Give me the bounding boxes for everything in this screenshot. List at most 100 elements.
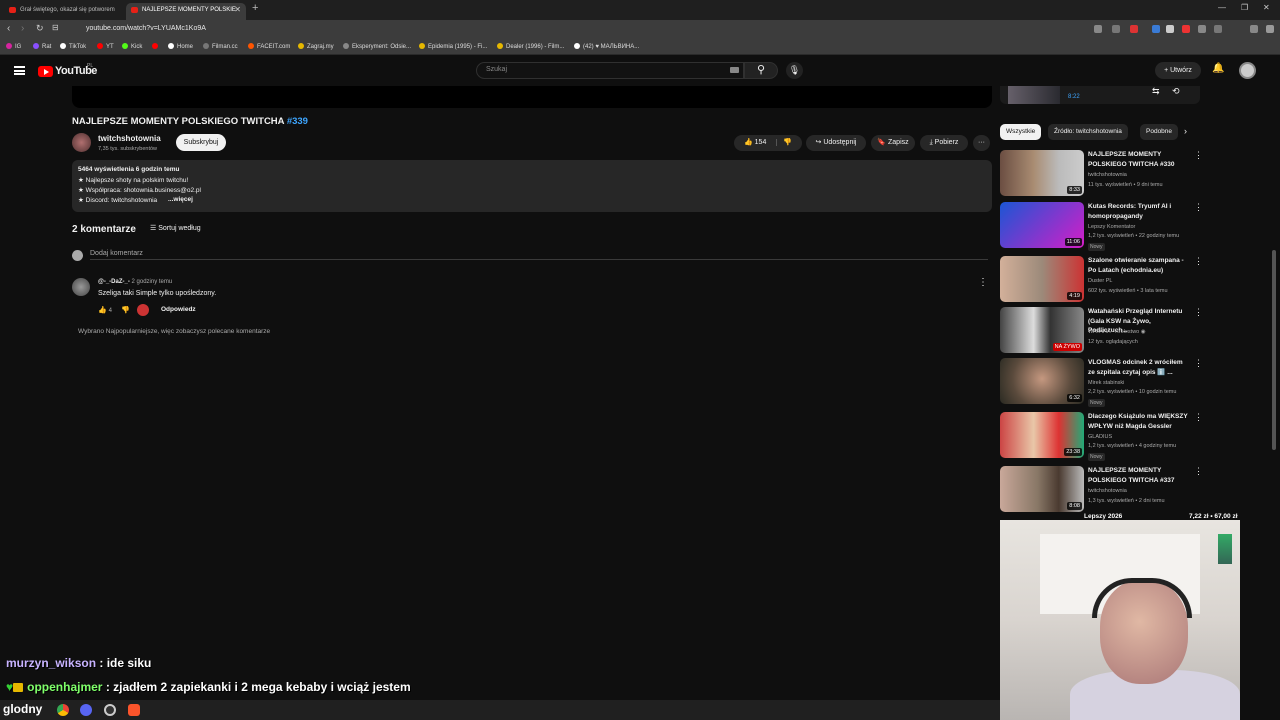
browser-tab-active[interactable]: NAJLEPSZE MOMENTY POLSKIE ✕ <box>126 3 246 20</box>
chip-source[interactable]: Źródło: twitchshotownia <box>1048 124 1128 140</box>
download-button[interactable]: ⤓ Pobierz <box>920 135 968 151</box>
crown-badge-icon <box>13 683 24 692</box>
hamburger-menu-icon[interactable] <box>14 66 25 75</box>
brave-icon[interactable] <box>128 704 140 716</box>
more-vertical-icon[interactable]: ⋮ <box>1194 256 1203 267</box>
notifications-bell-icon[interactable]: 🔔 <box>1212 63 1224 74</box>
video-title-hashtag[interactable]: #339 <box>287 116 308 127</box>
more-vertical-icon[interactable]: ⋮ <box>1194 412 1203 423</box>
search-button[interactable]: ⚲ <box>744 62 778 79</box>
menu-icon[interactable] <box>1266 25 1274 33</box>
extension-icon[interactable] <box>1152 25 1160 33</box>
bookmark-rat[interactable]: Rat <box>33 43 51 50</box>
extension-icon[interactable] <box>1166 25 1174 33</box>
video-player-bottom[interactable] <box>72 86 992 108</box>
more-vertical-icon[interactable]: ⋮ <box>1194 466 1203 477</box>
channel-name[interactable]: twitchshotownia <box>98 134 161 143</box>
cast-icon[interactable] <box>1094 25 1102 33</box>
recommendation-item[interactable]: NA ŻYWO Watahański Przegląd Internetu (G… <box>1000 307 1203 357</box>
site-info-icon[interactable]: ⊟ <box>52 23 59 32</box>
bookmark-icon: 🔖 <box>877 139 887 146</box>
channel-avatar[interactable] <box>72 133 91 152</box>
translate-icon[interactable] <box>1112 25 1120 33</box>
reply-button[interactable]: Odpowiedz <box>161 306 196 313</box>
more-vertical-icon[interactable]: ⋮ <box>1194 202 1203 213</box>
comment-time[interactable]: 2 godziny temu <box>132 279 173 285</box>
more-actions-button[interactable]: ··· <box>973 135 990 151</box>
bookmark-ig[interactable]: IG <box>6 43 21 50</box>
create-button[interactable]: + Utwórz <box>1155 62 1201 79</box>
close-window-icon[interactable]: ✕ <box>1263 3 1270 12</box>
account-avatar[interactable] <box>1239 62 1256 79</box>
comment-author-avatar[interactable] <box>72 278 90 296</box>
save-button[interactable]: 🔖 Zapisz <box>871 135 915 151</box>
loop-icon[interactable]: ⟲ <box>1172 86 1180 97</box>
comment-dislike-button[interactable]: 👎 <box>121 306 130 314</box>
sort-comments-button[interactable]: ☰ Sortuj według <box>150 224 201 232</box>
chip-all[interactable]: Wszystkie <box>1000 124 1042 140</box>
keyboard-icon[interactable] <box>730 67 739 73</box>
bookmark-dealer[interactable]: Dealer (1996) - Film... <box>497 43 564 50</box>
comment-like-button[interactable]: 👍 4 <box>98 306 112 314</box>
minimize-icon[interactable]: — <box>1218 3 1226 12</box>
maximize-icon[interactable]: ❐ <box>1241 3 1248 12</box>
more-vertical-icon[interactable]: ⋮ <box>1194 307 1203 318</box>
playlist-item-partial[interactable]: 8:22 ⇆ ⟲ <box>1000 86 1200 104</box>
brave-shield-icon[interactable] <box>1130 25 1138 33</box>
comment-more-icon[interactable]: ⋮ <box>978 277 988 288</box>
search-input[interactable]: Szukaj <box>476 62 744 79</box>
url-field[interactable]: youtube.com/watch?v=LYUAMc1Ko9A <box>86 25 206 32</box>
more-vertical-icon[interactable]: ⋮ <box>1194 150 1203 161</box>
bookmark-faceit[interactable]: FACEIT.com <box>248 43 290 50</box>
recommendation-item[interactable]: 4:19 Szalone otwieranie szampana - Po La… <box>1000 256 1203 306</box>
new-tab-icon[interactable]: + <box>252 2 258 14</box>
repeat-icon[interactable]: ⇆ <box>1152 86 1160 97</box>
bookmark-home[interactable]: Home <box>168 43 193 50</box>
youtube-logo-icon[interactable] <box>38 66 53 77</box>
browser-tab[interactable]: Grał świętego, okazał się potworem <box>4 3 122 20</box>
chevron-right-icon[interactable]: › <box>1184 126 1187 136</box>
subscribe-button[interactable]: Subskrybuj <box>176 134 226 151</box>
thumbnail: 6:32 <box>1000 358 1084 404</box>
bookmark-filman[interactable]: Filman.cc <box>203 43 238 50</box>
extensions-puzzle-icon[interactable] <box>1198 25 1206 33</box>
bookmark-kick[interactable]: Kick <box>122 43 142 50</box>
bookmark-tiktok[interactable]: TikTok <box>60 43 86 50</box>
youtube-favicon-icon <box>9 7 16 13</box>
add-comment-input[interactable]: Dodaj komentarz <box>90 250 988 260</box>
recommendation-item[interactable]: 8:33 NAJLEPSZE MOMENTY POLSKIEGO TWITCHA… <box>1000 150 1203 200</box>
chip-similar[interactable]: Podobne <box>1140 124 1179 140</box>
video-description[interactable]: 5464 wyświetlenia 6 godzin temu ★ Najlep… <box>72 160 992 212</box>
share-icon: ↪ <box>815 139 822 146</box>
recommendation-meta: 12 tys. oglądających <box>1088 339 1138 345</box>
extension-icon[interactable] <box>1182 25 1190 33</box>
bookmark-eksperyment[interactable]: Eksperyment: Odsie... <box>343 43 411 50</box>
sidebar-icon[interactable] <box>1250 25 1258 33</box>
close-tab-icon[interactable]: ✕ <box>234 3 241 17</box>
show-more-link[interactable]: ...więcej <box>168 196 193 203</box>
recommendation-item[interactable]: 8:08 NAJLEPSZE MOMENTY POLSKIEGO TWITCHA… <box>1000 466 1203 516</box>
bookmark-zagraj[interactable]: Zagraj.my <box>298 43 334 50</box>
recommendation-item[interactable]: 6:32 VLOGMAS odcinek 2 wróciłem ze szpit… <box>1000 358 1203 408</box>
recommendation-item[interactable]: 23:38 Dlaczego Książulo ma WIĘKSZY WPŁYW… <box>1000 412 1203 462</box>
page-scrollbar[interactable] <box>1272 250 1276 450</box>
bookmark-yt[interactable]: YT <box>97 43 114 50</box>
microphone-icon[interactable]: 🎙 <box>786 62 803 79</box>
forward-icon[interactable]: › <box>21 23 24 34</box>
recommendation-item[interactable]: 11:06 Kutas Records: Tryumf AI i homopro… <box>1000 202 1203 252</box>
share-button[interactable]: ↪ Udostępnij <box>806 135 866 151</box>
dislike-button[interactable]: 👎 <box>776 139 793 146</box>
reload-icon[interactable]: ↻ <box>36 23 44 34</box>
like-button[interactable]: 👍 154 <box>744 139 766 146</box>
webcam-overlay <box>1000 520 1240 720</box>
discord-icon[interactable] <box>80 704 92 716</box>
chrome-icon[interactable] <box>57 704 69 716</box>
bookmark-malvina[interactable]: (42) ♥ МАЛЬВИНА... <box>574 43 639 50</box>
download-icon[interactable] <box>1214 25 1222 33</box>
comment-author[interactable]: @-_-DaZ-_- <box>98 279 130 285</box>
bookmark-epidemia[interactable]: Epidemia (1995) - Fi... <box>419 43 487 50</box>
more-vertical-icon[interactable]: ⋮ <box>1194 358 1203 369</box>
obs-icon[interactable] <box>104 704 116 716</box>
bookmark-icon-only[interactable] <box>152 43 161 50</box>
back-icon[interactable]: ‹ <box>7 23 10 34</box>
